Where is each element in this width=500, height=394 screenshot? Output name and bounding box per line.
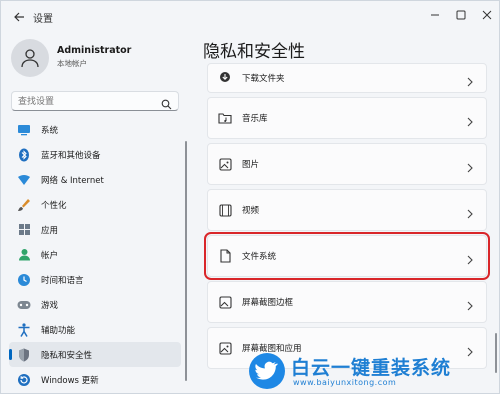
apps-icon: [17, 223, 31, 237]
card-screenshot-borders[interactable]: 屏幕截图边框: [207, 281, 487, 323]
sidebar-item-label: 系统: [41, 125, 59, 136]
privacy-shield-icon: [17, 348, 31, 362]
permissions-list: 下载文件夹 音乐库 图片 视频 文件系统 屏幕截图边框 屏幕截图和应用: [204, 63, 490, 373]
windows-update-icon: [17, 373, 31, 387]
card-downloads[interactable]: 下载文件夹: [207, 63, 487, 93]
time-language-icon: [17, 273, 31, 287]
sidebar-item-label: Windows 更新: [41, 375, 99, 386]
sidebar-item-system[interactable]: 系统: [9, 117, 181, 142]
file-icon: [218, 249, 232, 263]
bird-logo-icon: [249, 353, 285, 389]
back-arrow-icon[interactable]: [11, 9, 27, 25]
download-icon: [218, 70, 232, 84]
card-pictures[interactable]: 图片: [207, 143, 487, 185]
watermark-title: 白云一键重装系统: [291, 357, 452, 379]
sidebar-item-apps[interactable]: 应用: [9, 217, 181, 242]
search-input[interactable]: [16, 94, 160, 110]
sidebar-item-label: 帐户: [41, 250, 59, 261]
sidebar-item-label: 个性化: [41, 200, 67, 211]
main-content: 隐私和安全性 下载文件夹 音乐库 图片 视频 文件系统 屏幕截图边框 屏幕截图和…: [191, 33, 499, 393]
screenshot-apps-icon: [218, 341, 232, 355]
chevron-right-icon: [466, 158, 474, 177]
card-music-library[interactable]: 音乐库: [207, 97, 487, 139]
sidebar-item-label: 时间和语言: [41, 275, 84, 286]
sidebar-item-time-language[interactable]: 时间和语言: [9, 267, 181, 292]
settings-window: 设置 Administrator 本地帐户 查找设置 系统 蓝牙和其他设备 网络…: [0, 0, 500, 394]
picture-icon: [218, 157, 232, 171]
chevron-right-icon: [466, 204, 474, 223]
gaming-icon: [17, 298, 31, 312]
sidebar-item-label: 应用: [41, 225, 59, 236]
close-button[interactable]: [465, 1, 499, 29]
sidebar-item-bluetooth[interactable]: 蓝牙和其他设备: [9, 142, 181, 167]
card-label: 视频: [242, 206, 260, 216]
card-label: 下载文件夹: [242, 74, 285, 84]
search-box[interactable]: [11, 91, 179, 111]
sidebar-item-label: 隐私和安全性: [41, 350, 93, 361]
personalize-icon: [17, 198, 31, 212]
sidebar-item-label: 辅助功能: [41, 325, 76, 336]
sidebar-scrollbar[interactable]: [185, 141, 187, 381]
sidebar-item-network[interactable]: 网络 & Internet: [9, 167, 181, 192]
sidebar-item-label: 网络 & Internet: [41, 175, 104, 186]
sidebar-item-gaming[interactable]: 游戏: [9, 292, 181, 317]
card-label: 文件系统: [242, 252, 277, 262]
system-icon: [17, 123, 31, 137]
watermark-url: www.baiyunxitong.com: [293, 378, 397, 387]
screenshot-border-icon: [218, 295, 232, 309]
chevron-right-icon: [466, 250, 474, 269]
user-name: Administrator: [57, 45, 132, 56]
chevron-right-icon: [466, 112, 474, 131]
chevron-right-icon: [466, 72, 474, 91]
bluetooth-icon: [17, 148, 31, 162]
sidebar-item-windows-update[interactable]: Windows 更新: [9, 367, 181, 392]
card-label: 屏幕截图边框: [242, 298, 294, 308]
card-file-system[interactable]: 文件系统: [204, 232, 490, 280]
accessibility-icon: [17, 322, 31, 337]
sidebar-item-label: 蓝牙和其他设备: [41, 150, 101, 161]
music-folder-icon: [218, 111, 232, 125]
sidebar-item-accounts[interactable]: 帐户: [9, 242, 181, 267]
card-label: 音乐库: [242, 114, 268, 124]
sidebar-item-accessibility[interactable]: 辅助功能: [9, 317, 181, 342]
card-label: 图片: [242, 160, 260, 170]
window-title: 设置: [33, 14, 53, 25]
video-icon: [218, 203, 232, 217]
sidebar-item-privacy-security[interactable]: 隐私和安全性: [9, 342, 181, 367]
sidebar-item-personalization[interactable]: 个性化: [9, 192, 181, 217]
account-type: 本地帐户: [57, 59, 87, 68]
avatar[interactable]: [11, 39, 49, 77]
sidebar-nav: 系统 蓝牙和其他设备 网络 & Internet 个性化 应用 帐户 时间和语言…: [9, 117, 181, 392]
account-icon: [17, 248, 31, 262]
chevron-right-icon: [466, 296, 474, 315]
search-icon[interactable]: [161, 95, 172, 114]
user-icon: [21, 49, 39, 68]
watermark: 白云一键重装系统 www.baiyunxitong.com: [249, 353, 499, 393]
network-icon: [17, 173, 31, 187]
sidebar-item-label: 游戏: [41, 300, 59, 311]
page-title: 隐私和安全性: [203, 42, 305, 62]
title-bar: 设置: [1, 1, 499, 33]
sidebar: Administrator 本地帐户 系统 蓝牙和其他设备: [1, 33, 191, 393]
card-videos[interactable]: 视频: [207, 189, 487, 231]
